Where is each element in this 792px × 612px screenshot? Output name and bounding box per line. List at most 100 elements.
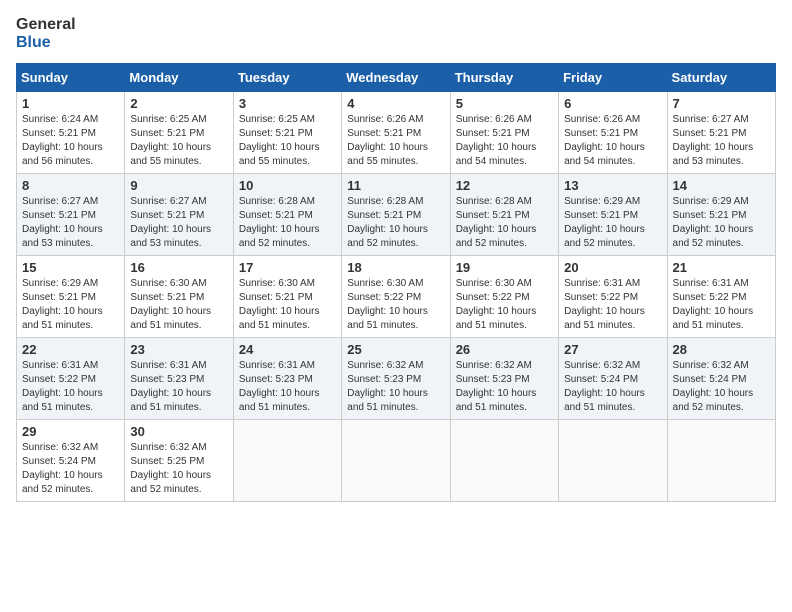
day-info: Sunrise: 6:32 AM Sunset: 5:25 PM Dayligh… <box>130 441 227 497</box>
day-info: Sunrise: 6:31 AM Sunset: 5:23 PM Dayligh… <box>130 359 227 415</box>
day-number: 27 <box>564 342 661 357</box>
day-number: 12 <box>456 178 553 193</box>
day-cell: 8 Sunrise: 6:27 AM Sunset: 5:21 PM Dayli… <box>17 174 125 256</box>
day-cell: 3 Sunrise: 6:25 AM Sunset: 5:21 PM Dayli… <box>233 92 341 174</box>
day-number: 28 <box>673 342 770 357</box>
day-number: 4 <box>347 96 444 111</box>
day-cell: 27 Sunrise: 6:32 AM Sunset: 5:24 PM Dayl… <box>559 338 667 420</box>
logo: General Blue <box>16 16 76 51</box>
day-cell: 14 Sunrise: 6:29 AM Sunset: 5:21 PM Dayl… <box>667 174 775 256</box>
day-info: Sunrise: 6:31 AM Sunset: 5:23 PM Dayligh… <box>239 359 336 415</box>
day-number: 29 <box>22 424 119 439</box>
day-header-monday: Monday <box>125 64 233 92</box>
day-number: 15 <box>22 260 119 275</box>
day-number: 18 <box>347 260 444 275</box>
day-number: 17 <box>239 260 336 275</box>
day-info: Sunrise: 6:30 AM Sunset: 5:21 PM Dayligh… <box>239 277 336 333</box>
day-header-sunday: Sunday <box>17 64 125 92</box>
day-header-friday: Friday <box>559 64 667 92</box>
day-info: Sunrise: 6:31 AM Sunset: 5:22 PM Dayligh… <box>564 277 661 333</box>
day-number: 14 <box>673 178 770 193</box>
day-info: Sunrise: 6:30 AM Sunset: 5:22 PM Dayligh… <box>347 277 444 333</box>
day-number: 24 <box>239 342 336 357</box>
day-cell: 26 Sunrise: 6:32 AM Sunset: 5:23 PM Dayl… <box>450 338 558 420</box>
day-info: Sunrise: 6:29 AM Sunset: 5:21 PM Dayligh… <box>564 195 661 251</box>
day-cell: 17 Sunrise: 6:30 AM Sunset: 5:21 PM Dayl… <box>233 256 341 338</box>
day-cell: 23 Sunrise: 6:31 AM Sunset: 5:23 PM Dayl… <box>125 338 233 420</box>
week-row-1: 1 Sunrise: 6:24 AM Sunset: 5:21 PM Dayli… <box>17 92 776 174</box>
week-row-5: 29 Sunrise: 6:32 AM Sunset: 5:24 PM Dayl… <box>17 420 776 502</box>
day-info: Sunrise: 6:29 AM Sunset: 5:21 PM Dayligh… <box>22 277 119 333</box>
logo-general: General <box>16 16 76 34</box>
week-row-3: 15 Sunrise: 6:29 AM Sunset: 5:21 PM Dayl… <box>17 256 776 338</box>
day-cell: 9 Sunrise: 6:27 AM Sunset: 5:21 PM Dayli… <box>125 174 233 256</box>
day-header-saturday: Saturday <box>667 64 775 92</box>
day-info: Sunrise: 6:31 AM Sunset: 5:22 PM Dayligh… <box>673 277 770 333</box>
logo-blue: Blue <box>16 34 51 52</box>
day-info: Sunrise: 6:31 AM Sunset: 5:22 PM Dayligh… <box>22 359 119 415</box>
header: General Blue <box>16 16 776 51</box>
day-cell: 6 Sunrise: 6:26 AM Sunset: 5:21 PM Dayli… <box>559 92 667 174</box>
day-info: Sunrise: 6:30 AM Sunset: 5:22 PM Dayligh… <box>456 277 553 333</box>
day-number: 16 <box>130 260 227 275</box>
day-cell: 18 Sunrise: 6:30 AM Sunset: 5:22 PM Dayl… <box>342 256 450 338</box>
day-info: Sunrise: 6:32 AM Sunset: 5:23 PM Dayligh… <box>456 359 553 415</box>
day-cell: 24 Sunrise: 6:31 AM Sunset: 5:23 PM Dayl… <box>233 338 341 420</box>
day-cell <box>233 420 341 502</box>
day-number: 22 <box>22 342 119 357</box>
day-cell: 10 Sunrise: 6:28 AM Sunset: 5:21 PM Dayl… <box>233 174 341 256</box>
day-number: 26 <box>456 342 553 357</box>
day-info: Sunrise: 6:28 AM Sunset: 5:21 PM Dayligh… <box>239 195 336 251</box>
day-cell <box>559 420 667 502</box>
calendar-table: SundayMondayTuesdayWednesdayThursdayFrid… <box>16 63 776 502</box>
day-number: 7 <box>673 96 770 111</box>
day-info: Sunrise: 6:32 AM Sunset: 5:23 PM Dayligh… <box>347 359 444 415</box>
day-number: 2 <box>130 96 227 111</box>
day-header-wednesday: Wednesday <box>342 64 450 92</box>
day-info: Sunrise: 6:32 AM Sunset: 5:24 PM Dayligh… <box>564 359 661 415</box>
header-row: SundayMondayTuesdayWednesdayThursdayFrid… <box>17 64 776 92</box>
day-cell: 21 Sunrise: 6:31 AM Sunset: 5:22 PM Dayl… <box>667 256 775 338</box>
day-header-thursday: Thursday <box>450 64 558 92</box>
day-number: 23 <box>130 342 227 357</box>
day-info: Sunrise: 6:28 AM Sunset: 5:21 PM Dayligh… <box>347 195 444 251</box>
day-number: 20 <box>564 260 661 275</box>
day-number: 8 <box>22 178 119 193</box>
day-cell: 4 Sunrise: 6:26 AM Sunset: 5:21 PM Dayli… <box>342 92 450 174</box>
day-number: 10 <box>239 178 336 193</box>
day-cell: 28 Sunrise: 6:32 AM Sunset: 5:24 PM Dayl… <box>667 338 775 420</box>
day-info: Sunrise: 6:24 AM Sunset: 5:21 PM Dayligh… <box>22 113 119 169</box>
day-cell <box>342 420 450 502</box>
day-number: 5 <box>456 96 553 111</box>
day-cell: 19 Sunrise: 6:30 AM Sunset: 5:22 PM Dayl… <box>450 256 558 338</box>
day-cell: 29 Sunrise: 6:32 AM Sunset: 5:24 PM Dayl… <box>17 420 125 502</box>
day-number: 21 <box>673 260 770 275</box>
day-info: Sunrise: 6:25 AM Sunset: 5:21 PM Dayligh… <box>130 113 227 169</box>
day-info: Sunrise: 6:27 AM Sunset: 5:21 PM Dayligh… <box>130 195 227 251</box>
day-info: Sunrise: 6:32 AM Sunset: 5:24 PM Dayligh… <box>22 441 119 497</box>
day-info: Sunrise: 6:27 AM Sunset: 5:21 PM Dayligh… <box>673 113 770 169</box>
day-number: 19 <box>456 260 553 275</box>
day-cell: 12 Sunrise: 6:28 AM Sunset: 5:21 PM Dayl… <box>450 174 558 256</box>
day-cell <box>450 420 558 502</box>
day-number: 6 <box>564 96 661 111</box>
day-cell: 7 Sunrise: 6:27 AM Sunset: 5:21 PM Dayli… <box>667 92 775 174</box>
day-info: Sunrise: 6:32 AM Sunset: 5:24 PM Dayligh… <box>673 359 770 415</box>
day-number: 3 <box>239 96 336 111</box>
week-row-2: 8 Sunrise: 6:27 AM Sunset: 5:21 PM Dayli… <box>17 174 776 256</box>
day-number: 9 <box>130 178 227 193</box>
day-info: Sunrise: 6:25 AM Sunset: 5:21 PM Dayligh… <box>239 113 336 169</box>
day-info: Sunrise: 6:26 AM Sunset: 5:21 PM Dayligh… <box>456 113 553 169</box>
day-cell <box>667 420 775 502</box>
day-number: 30 <box>130 424 227 439</box>
day-info: Sunrise: 6:28 AM Sunset: 5:21 PM Dayligh… <box>456 195 553 251</box>
day-cell: 16 Sunrise: 6:30 AM Sunset: 5:21 PM Dayl… <box>125 256 233 338</box>
day-number: 13 <box>564 178 661 193</box>
day-cell: 2 Sunrise: 6:25 AM Sunset: 5:21 PM Dayli… <box>125 92 233 174</box>
day-number: 1 <box>22 96 119 111</box>
day-number: 25 <box>347 342 444 357</box>
day-number: 11 <box>347 178 444 193</box>
day-info: Sunrise: 6:29 AM Sunset: 5:21 PM Dayligh… <box>673 195 770 251</box>
day-info: Sunrise: 6:30 AM Sunset: 5:21 PM Dayligh… <box>130 277 227 333</box>
day-info: Sunrise: 6:26 AM Sunset: 5:21 PM Dayligh… <box>564 113 661 169</box>
